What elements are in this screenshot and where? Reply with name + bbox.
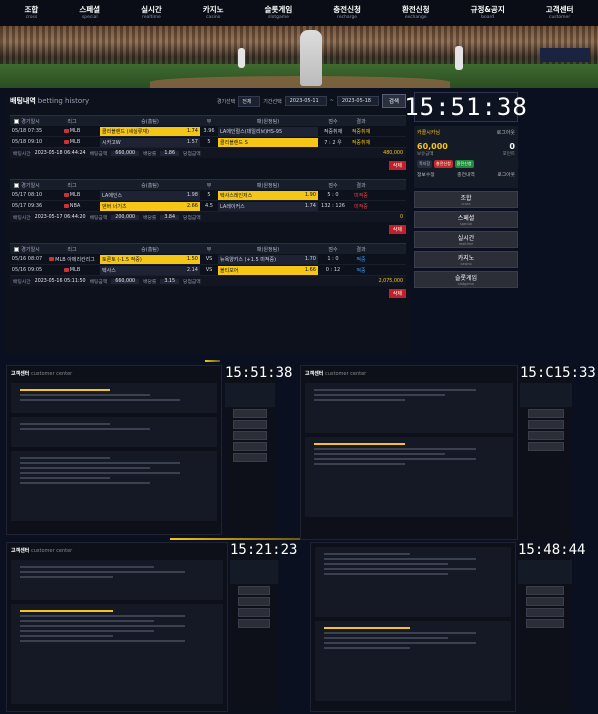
flag-icon: [63, 267, 69, 272]
bet-header: 경기일시 리그 승(홈팀) 무 패(원정팀) 점수 결과: [10, 243, 406, 254]
side-menu-realtime[interactable]: 실시간 realtime: [414, 231, 518, 248]
bet-row: 05/16 09:05 MLB 텍사스 2.14 VS 볼티모어 1.66 0 : 12 적중: [10, 265, 406, 276]
bet-slip: 경기일시 리그 승(홈팀) 무 패(원정팀) 점수 결과 05/18 07:35 MLB 클리블랜…: [10, 115, 406, 174]
thumb-customer-center-2: 고객센터 customer center: [300, 365, 518, 540]
home-pick[interactable]: 토론토 (-1.5 적중) 1.50: [100, 254, 200, 264]
bet-checkbox[interactable]: [14, 246, 20, 252]
bet-checkbox[interactable]: [14, 182, 20, 188]
page-title: 배팅내역 betting history: [10, 97, 90, 105]
filter-label: 경기선택: [216, 98, 236, 105]
away-pick[interactable]: 볼티모어 1.66: [218, 265, 318, 275]
money-value: 60,000: [417, 142, 448, 151]
stadium-banner: [0, 26, 598, 88]
top-nav: 조합 cross 스페셜 special 실시간 realtime 카지노 casino…: [0, 0, 598, 26]
tab-profile[interactable]: 정보수정: [417, 171, 435, 178]
away-pick[interactable]: 뉴욕양키스 (+1.5 미적중) 1.70: [218, 254, 318, 264]
separator: [205, 360, 220, 362]
tab-logout[interactable]: 로그아웃: [497, 171, 515, 178]
thumb-side-4: 15:48:44: [518, 542, 585, 712]
banner-player: [300, 30, 322, 86]
away-pick[interactable]: 텍사스레인저스 1.90: [218, 190, 318, 200]
betting-history-panel: 배팅내역 betting history 경기선택 전체 기간선택 2023-05…: [6, 92, 410, 354]
bet-slip: 경기일시 리그 승(홈팀) 무 패(원정팀) 점수 결과 05/16 08:07 MLB 아메리…: [10, 243, 406, 302]
bet-slip: 경기일시 리그 승(홈팀) 무 패(원정팀) 점수 결과 05/17 08:10 MLB LA에인…: [10, 179, 406, 238]
bet-header: 경기일시 리그 승(홈팀) 무 패(원정팀) 점수 결과: [10, 115, 406, 126]
banner-stands: [0, 26, 598, 64]
side-menu-slotgame[interactable]: 슬롯게임 slotgame: [414, 271, 518, 288]
away-pick[interactable]: LA레이커스 1.74: [218, 201, 318, 211]
home-pick[interactable]: 덴버 너기츠 2.66: [100, 201, 200, 211]
bet-row: 05/18 07:35 MLB 클리블랜드 (세실류재) 1.74 3.96 LA에인절스…: [10, 126, 406, 137]
delete-button[interactable]: 삭제: [388, 161, 406, 170]
thumb-customer-center-3: 고객센터 customer center: [6, 542, 228, 712]
flag-icon: [63, 128, 69, 133]
nav-board[interactable]: 규정&공지 board: [471, 6, 505, 20]
nav-slotgame[interactable]: 슬롯게임 slotgame: [265, 6, 293, 20]
banner-scoreboard: [540, 48, 590, 62]
logout-link[interactable]: 로그아웃: [497, 129, 515, 136]
bet-row: 05/17 09:36 NBA 덴버 너기츠 2.66 4.5 LA레이커스 1.74 132…: [10, 201, 406, 212]
side-menu-casino[interactable]: 카지노 casino: [414, 251, 518, 268]
thumb-side-3: 15:21:23: [230, 542, 297, 712]
nav-recharge[interactable]: 충전신청 recharge: [333, 6, 361, 20]
thumb-customer-center-1: 고객센터 customer center: [6, 365, 222, 535]
side-menu-special[interactable]: 스페셜 special: [414, 211, 518, 228]
user-side-panel: 15:51:38 카콜시카님 로그아웃 60,000 보유금액 0 포인트 쪽지함 충…: [404, 92, 528, 354]
home-pick[interactable]: 클리블랜드 (세실류재) 1.74: [100, 126, 200, 136]
period-label: 기간선택: [263, 98, 282, 105]
nav-exchange[interactable]: 환전신청 exchange: [402, 6, 430, 20]
thumb-customer-center-4: [310, 542, 516, 712]
bet-checkbox[interactable]: [14, 118, 20, 124]
home-pick[interactable]: 시카고W 1.57: [100, 137, 200, 147]
nav-casino[interactable]: 카지노 casino: [203, 6, 224, 20]
delete-button[interactable]: 삭제: [388, 289, 406, 298]
nav-special[interactable]: 스페셜 special: [79, 6, 100, 20]
date-from-input[interactable]: 2023-05-11: [284, 96, 327, 106]
away-pick[interactable]: 클리블랜드 S: [218, 137, 318, 147]
thumb-side-1: 15:51:38: [225, 365, 292, 535]
banner-player: [238, 48, 245, 68]
recharge-pill[interactable]: 충전신청: [434, 160, 453, 168]
tab-recharge-history[interactable]: 충전내역: [457, 171, 475, 178]
bet-header: 경기일시 리그 승(홈팀) 무 패(원정팀) 점수 결과: [10, 179, 406, 190]
date-to-input[interactable]: 2023-05-18: [336, 96, 379, 106]
game-select[interactable]: 전체: [238, 95, 261, 107]
point-value: 0: [509, 142, 515, 151]
nav-cross[interactable]: 조합 cross: [25, 6, 39, 20]
separator: [170, 538, 300, 540]
bet-row: 05/16 08:07 MLB 아메리칸리그 토론토 (-1.5 적중) 1.50 VS…: [10, 254, 406, 265]
home-pick[interactable]: 텍사스 2.14: [100, 265, 200, 275]
digital-clock: 15:51:38: [404, 92, 528, 122]
nav-customer[interactable]: 고객센터 customer: [546, 6, 574, 20]
banner-player: [455, 46, 463, 70]
flag-icon: [49, 257, 55, 261]
search-button[interactable]: 검색: [381, 94, 406, 108]
side-menu-cross[interactable]: 조합 cross: [414, 191, 518, 208]
bet-row: 05/18 09:10 MLB 시카고W 1.57 5 클리블랜드 S7 : 2 우 적중취…: [10, 137, 406, 148]
bet-summary: 배팅시간 2023-05-16 05:11:50 배팅금액 660,000 배당률 3.1…: [10, 276, 406, 286]
user-info-box: 카콜시카님 로그아웃 60,000 보유금액 0 포인트 쪽지함 충전신청 환전신청 …: [414, 126, 518, 188]
exchange-pill[interactable]: 환전신청: [454, 160, 474, 168]
flag-icon: [63, 203, 69, 208]
flag-icon: [63, 192, 69, 197]
flag-icon: [63, 139, 69, 144]
bet-summary: 배팅시간 2023-05-17 06:44:20 배팅금액 200,000 배당률 3.8…: [10, 212, 406, 222]
note-pill[interactable]: 쪽지함: [417, 160, 433, 168]
username: 카콜시카님: [417, 130, 441, 136]
bet-summary: 배팅시간 2023-05-18 06:44:24 배팅금액 660,000 배당률 1.8…: [10, 148, 406, 158]
bet-row: 05/17 08:10 MLB LA에인스 1.98 5 텍사스레인저스 1.90 5 : 0…: [10, 190, 406, 201]
nav-realtime[interactable]: 실시간 realtime: [141, 6, 162, 20]
delete-button[interactable]: 삭제: [388, 225, 406, 234]
home-pick[interactable]: LA에인스 1.98: [100, 190, 200, 200]
history-filters: 경기선택 전체 기간선택 2023-05-11 ~ 2023-05-18 검색: [217, 94, 406, 108]
thumb-side-2: 15:C15:33: [520, 365, 596, 540]
away-pick[interactable]: LA에인절스(데일리브)HS-95: [218, 126, 318, 136]
